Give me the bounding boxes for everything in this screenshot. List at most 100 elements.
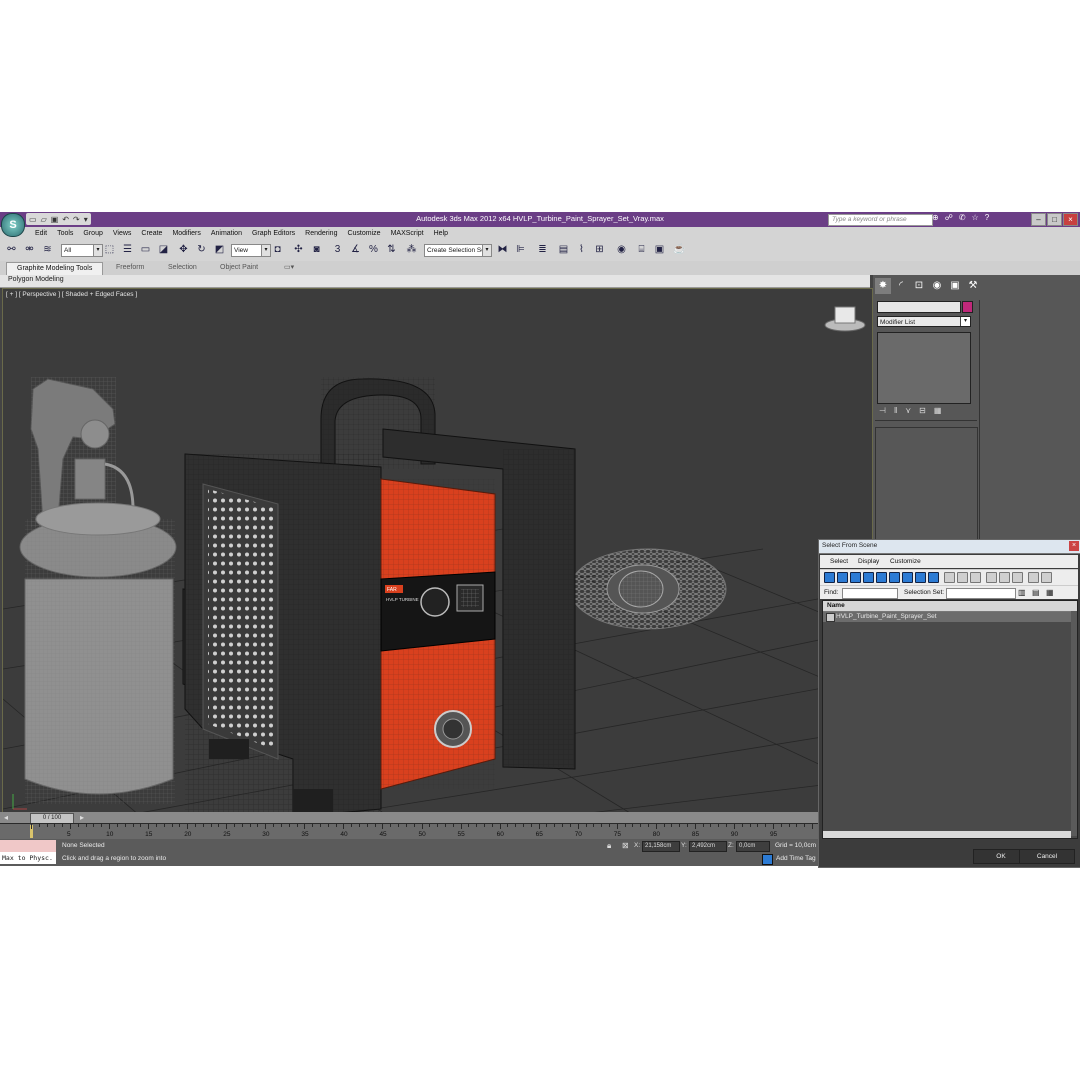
options-icon[interactable]: ▦: [1046, 588, 1054, 597]
application-button[interactable]: S: [1, 213, 25, 237]
bind-spacewarp-icon[interactable]: ≋: [40, 242, 55, 257]
tab-object-paint[interactable]: Object Paint: [210, 262, 268, 274]
menu-help[interactable]: Help: [429, 230, 453, 237]
select-object-icon[interactable]: ⬚: [102, 242, 117, 257]
selection-set-dropdown[interactable]: [946, 588, 1016, 599]
dialog-menu-customize[interactable]: Customize: [890, 558, 921, 565]
modifier-list-dropdown[interactable]: Modifier List ▾: [877, 316, 971, 327]
lights-filter-icon[interactable]: [850, 572, 861, 583]
menu-views[interactable]: Views: [108, 230, 137, 237]
xrefs-filter-icon[interactable]: [915, 572, 926, 583]
utilities-tab-icon[interactable]: ⚒: [965, 278, 981, 294]
subscription-icon[interactable]: ☍: [945, 213, 953, 222]
perspective-viewport[interactable]: [ + ] [ Perspective ] [ Shaded + Edged F…: [2, 288, 873, 828]
tab-graphite-modeling-tools[interactable]: Graphite Modeling Tools: [6, 262, 104, 275]
tab-freeform[interactable]: Freeform: [106, 262, 154, 274]
binoculars-icon[interactable]: ⊕: [932, 213, 939, 222]
remove-modifier-icon[interactable]: ⊟: [919, 406, 926, 415]
project-folder-icon[interactable]: ▾: [84, 215, 88, 224]
hierarchy-tab-icon[interactable]: ⊡: [911, 278, 927, 294]
edit-named-selection-icon[interactable]: ⁂: [404, 242, 419, 257]
menu-tools[interactable]: Tools: [52, 230, 78, 237]
render-production-icon[interactable]: ☕: [672, 242, 687, 257]
menu-group[interactable]: Group: [78, 230, 107, 237]
help-icon[interactable]: ?: [985, 213, 989, 222]
selection-filter-dropdown[interactable]: All ▾: [61, 244, 103, 257]
keyboard-shortcut-icon[interactable]: ◙: [309, 242, 324, 257]
menu-maxscript[interactable]: MAXScript: [386, 230, 429, 237]
select-all-icon[interactable]: [986, 572, 997, 583]
percent-snap-icon[interactable]: %: [366, 242, 381, 257]
menu-animation[interactable]: Animation: [206, 230, 247, 237]
spinner-snap-icon[interactable]: ⇅: [384, 242, 399, 257]
cameras-filter-icon[interactable]: [863, 572, 874, 583]
modifier-stack[interactable]: [877, 332, 971, 404]
helpers-filter-icon[interactable]: [876, 572, 887, 583]
favorites-icon[interactable]: ☆: [972, 213, 979, 222]
menu-rendering[interactable]: Rendering: [300, 230, 342, 237]
dialog-menu-select[interactable]: Select: [830, 558, 848, 565]
menu-edit[interactable]: Edit: [30, 230, 52, 237]
next-frame-icon[interactable]: ▸: [80, 813, 84, 822]
minimize-button[interactable]: –: [1031, 213, 1046, 226]
unlink-icon[interactable]: ⚮: [22, 242, 37, 257]
configure-sets-icon[interactable]: ▦: [934, 406, 942, 415]
reference-coordinate-dropdown[interactable]: View ▾: [231, 244, 271, 257]
show-end-result-icon[interactable]: ‖: [894, 406, 897, 415]
bones-filter-icon[interactable]: [928, 572, 939, 583]
mirror-icon[interactable]: ⧓: [495, 242, 510, 257]
sort-icon[interactable]: ▤: [1032, 588, 1040, 597]
move-icon[interactable]: ✥: [176, 242, 191, 257]
rendered-frame-window-icon[interactable]: ▣: [652, 242, 667, 257]
pivot-center-icon[interactable]: ◘: [270, 242, 285, 257]
maximize-button[interactable]: □: [1047, 213, 1062, 226]
render-setup-icon[interactable]: ⌸: [634, 242, 649, 257]
filter-icon[interactable]: [1028, 572, 1039, 583]
scene-object-list[interactable]: Name HVLP_Turbine_Paint_Sprayer_Set: [822, 600, 1078, 839]
object-name-field[interactable]: [877, 301, 961, 313]
dialog-close-button[interactable]: ×: [1069, 541, 1079, 551]
viewport-label[interactable]: [ + ] [ Perspective ] [ Shaded + Edged F…: [6, 291, 137, 298]
rotate-icon[interactable]: ↻: [194, 242, 209, 257]
lock-icon[interactable]: 🔒︎: [607, 841, 611, 851]
horizontal-scrollbar[interactable]: [823, 831, 1071, 838]
material-editor-icon[interactable]: ◉: [614, 242, 629, 257]
invert-display-icon[interactable]: [970, 572, 981, 583]
save-icon[interactable]: ▣: [51, 215, 59, 224]
menu-modifiers[interactable]: Modifiers: [167, 230, 205, 237]
select-invert-icon[interactable]: [1012, 572, 1023, 583]
maxscript-mini-listener[interactable]: Max to Physc.: [0, 852, 56, 864]
window-crossing-icon[interactable]: ◪: [156, 242, 171, 257]
rectangular-selection-icon[interactable]: ▭: [138, 242, 153, 257]
advanced-filter-icon[interactable]: [1041, 572, 1052, 583]
schematic-view-icon[interactable]: ⊞: [592, 242, 607, 257]
find-input[interactable]: [842, 588, 898, 599]
add-time-tag[interactable]: Add Time Tag: [776, 855, 816, 862]
cancel-button[interactable]: Cancel: [1019, 849, 1075, 864]
selection-set-icon[interactable]: ▥: [1018, 588, 1026, 597]
open-file-icon[interactable]: ▱: [41, 215, 47, 224]
vertical-scrollbar[interactable]: [1071, 611, 1077, 836]
link-icon[interactable]: ⚯: [4, 242, 19, 257]
angle-snap-icon[interactable]: ∡: [348, 242, 363, 257]
spacewarps-filter-icon[interactable]: [889, 572, 900, 583]
time-tag-icon[interactable]: [762, 854, 773, 865]
create-tab-icon[interactable]: ✸: [875, 278, 891, 294]
prev-frame-icon[interactable]: ◂: [4, 813, 8, 822]
maxscript-listener-top[interactable]: [0, 840, 56, 852]
named-selection-dropdown[interactable]: Create Selection Se ▾: [424, 244, 492, 257]
align-icon[interactable]: ⊫: [513, 242, 528, 257]
menu-create[interactable]: Create: [136, 230, 167, 237]
display-tab-icon[interactable]: ▣: [947, 278, 963, 294]
select-none-icon[interactable]: [999, 572, 1010, 583]
menu-customize[interactable]: Customize: [342, 230, 385, 237]
geometry-filter-icon[interactable]: [824, 572, 835, 583]
make-unique-icon[interactable]: ⋎: [905, 406, 911, 415]
y-coordinate[interactable]: 2,492cm: [689, 841, 727, 852]
pin-stack-icon[interactable]: ⊣: [879, 406, 886, 415]
snaps-toggle-icon[interactable]: 3: [330, 242, 345, 257]
new-file-icon[interactable]: ▭: [29, 215, 37, 224]
select-by-name-icon[interactable]: ☰: [120, 242, 135, 257]
modify-tab-icon[interactable]: ◜: [893, 278, 909, 294]
track-bar[interactable]: 5 10 15 20 25 30 35 40 45 50 55 60 65 70 75 80 85 90 95: [0, 823, 818, 840]
